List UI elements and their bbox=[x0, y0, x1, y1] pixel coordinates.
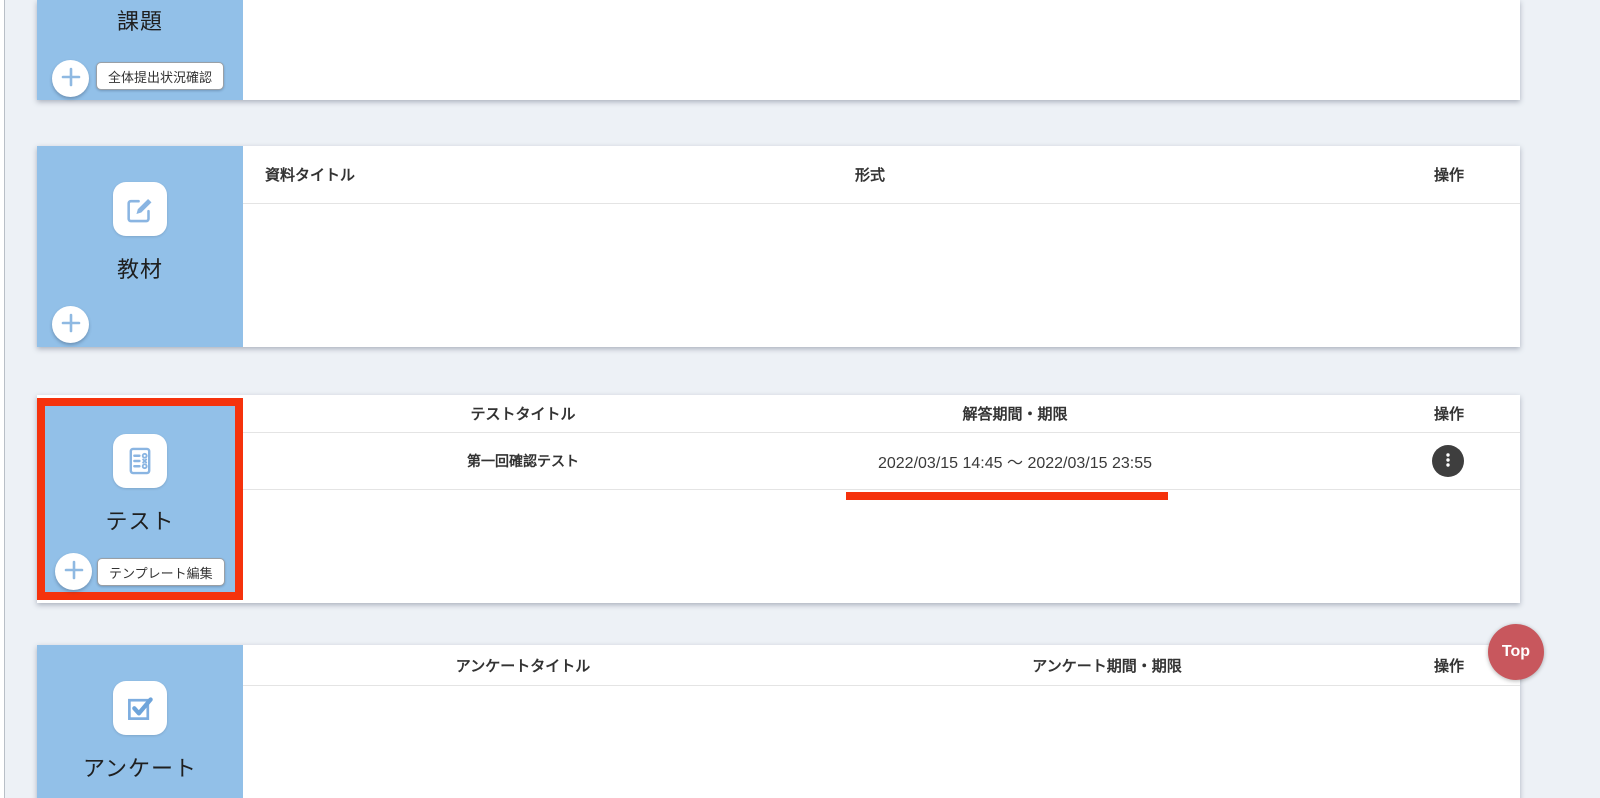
column-header-survey-title: アンケートタイトル bbox=[243, 655, 803, 676]
add-test-button[interactable] bbox=[55, 553, 92, 590]
template-edit-button[interactable]: テンプレート編集 bbox=[97, 558, 225, 586]
survey-table: アンケートタイトル アンケート期間・期限 操作 bbox=[243, 645, 1520, 798]
column-header-actions: 操作 bbox=[937, 164, 1520, 185]
column-header-actions: 操作 bbox=[1227, 403, 1520, 424]
kebab-icon bbox=[1439, 451, 1457, 472]
materials-side-block: 教材 bbox=[37, 146, 243, 347]
quiz-list-icon bbox=[113, 434, 167, 488]
materials-section: 教材 資料タイトル 形式 操作 bbox=[37, 146, 1520, 347]
survey-section: アンケート アンケートタイトル アンケート期間・期限 操作 bbox=[37, 645, 1520, 798]
test-table-header: テストタイトル 解答期間・期限 操作 bbox=[243, 395, 1520, 433]
test-side-block-highlighted: テスト テンプレート編集 bbox=[37, 398, 243, 600]
assignment-section: 課題 全体提出状況確認 bbox=[37, 0, 1520, 100]
checkbox-icon bbox=[113, 681, 167, 735]
edit-square-icon bbox=[113, 182, 167, 236]
column-header-survey-period: アンケート期間・期限 bbox=[803, 655, 1411, 676]
test-title-cell: 第一回確認テスト bbox=[243, 451, 803, 471]
course-content-page: 課題 全体提出状況確認 教材 bbox=[0, 0, 1600, 798]
test-actions-cell bbox=[1227, 445, 1520, 477]
add-material-button[interactable] bbox=[52, 306, 89, 343]
assignment-content-area bbox=[243, 0, 1520, 100]
survey-label: アンケート bbox=[37, 751, 243, 783]
overall-submission-status-button[interactable]: 全体提出状況確認 bbox=[96, 62, 224, 90]
page-left-edge bbox=[0, 0, 5, 798]
column-header-test-title: テストタイトル bbox=[243, 403, 803, 424]
plus-icon bbox=[63, 559, 85, 584]
test-section: テスト テンプレート編集 テストタイトル 解答期間・期限 操作 第一回確認テスト… bbox=[37, 395, 1520, 603]
column-header-answer-period: 解答期間・期限 bbox=[803, 403, 1227, 424]
test-period-text: 2022/03/15 14:45 ～ 2022/03/15 23:55 bbox=[878, 455, 1152, 472]
materials-table: 資料タイトル 形式 操作 bbox=[243, 146, 1520, 347]
test-label: テスト bbox=[45, 504, 235, 536]
scroll-to-top-button[interactable]: Top bbox=[1488, 624, 1544, 680]
add-assignment-button[interactable] bbox=[52, 60, 89, 97]
column-header-material-title: 資料タイトル bbox=[243, 164, 803, 185]
test-table: テストタイトル 解答期間・期限 操作 第一回確認テスト 2022/03/15 1… bbox=[243, 395, 1520, 603]
materials-table-header: 資料タイトル 形式 操作 bbox=[243, 146, 1520, 204]
plus-icon bbox=[60, 66, 82, 91]
test-period-cell: 2022/03/15 14:45 ～ 2022/03/15 23:55 bbox=[803, 449, 1227, 473]
survey-side-block: アンケート bbox=[37, 645, 243, 798]
test-table-row: 第一回確認テスト 2022/03/15 14:45 ～ 2022/03/15 2… bbox=[243, 433, 1520, 490]
survey-table-header: アンケートタイトル アンケート期間・期限 操作 bbox=[243, 645, 1520, 686]
red-underline-annotation bbox=[846, 492, 1168, 500]
row-actions-menu-button[interactable] bbox=[1432, 445, 1464, 477]
plus-icon bbox=[60, 312, 82, 337]
materials-label: 教材 bbox=[37, 252, 243, 284]
assignment-side-block: 課題 全体提出状況確認 bbox=[37, 0, 243, 100]
column-header-format: 形式 bbox=[803, 164, 937, 185]
assignment-label: 課題 bbox=[37, 4, 243, 36]
